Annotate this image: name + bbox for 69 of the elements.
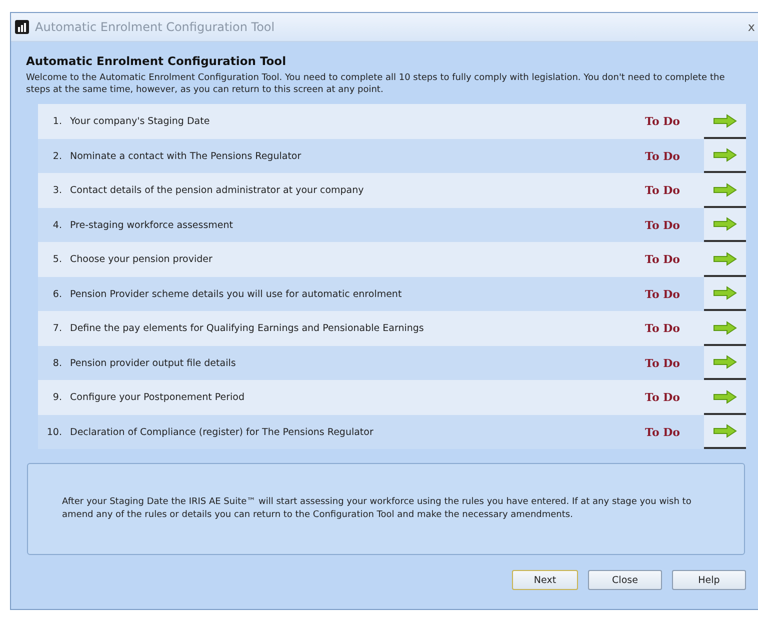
step-number: 5.	[52, 254, 62, 266]
step-label: Pre-staging workforce assessment	[70, 220, 234, 231]
go-button[interactable]	[704, 173, 746, 208]
arrow-icon	[713, 390, 737, 404]
go-button[interactable]	[704, 276, 746, 312]
step-row[interactable]: 2. Nominate a contact with The Pensions Regulator To Do	[38, 138, 704, 174]
go-button[interactable]	[704, 242, 746, 277]
window-close-icon[interactable]: x	[748, 20, 755, 34]
step-row[interactable]: 5. Choose your pension provider To Do	[38, 242, 704, 277]
step-row[interactable]: 3. Contact details of the pension administrator at your company To Do	[38, 173, 704, 208]
info-text: After your Staging Date the IRIS AE Suite™ will start assessing your workforce using the rules you have entered. If at any stage you wish to amend any of the rules or details you can return to the Configuration Tool and make the necessary amendments.	[61, 496, 692, 522]
arrow-icon	[713, 424, 737, 438]
step-number: 4.	[52, 220, 62, 231]
dialog-button[interactable]: Help	[672, 570, 746, 590]
go-button[interactable]	[704, 104, 746, 139]
status-label: To Do	[645, 115, 680, 128]
step-number: 2.	[52, 150, 62, 162]
step-number: 10.	[46, 426, 62, 438]
step-label: Your company's Staging Date	[70, 116, 211, 128]
arrow-icon	[713, 148, 737, 162]
go-button[interactable]	[704, 414, 746, 450]
step-label: Pension provider output file details	[70, 358, 237, 369]
arrow-icon	[713, 252, 737, 266]
arrow-icon	[713, 320, 737, 335]
step-row[interactable]: 1. Your company's Staging Date To Do	[38, 104, 704, 139]
go-button[interactable]	[704, 380, 746, 415]
step-label: Nominate a contact with The Pensions Regulator	[70, 150, 302, 162]
step-label: Pension Provider scheme details you will use for automatic enrolment	[70, 288, 403, 300]
go-button[interactable]	[704, 138, 746, 174]
status-label: To Do	[645, 426, 680, 439]
step-label: Define the pay elements for Qualifying Earnings and Pensionable Earnings	[70, 323, 425, 334]
step-number: 3.	[52, 185, 62, 196]
step-row[interactable]: 7. Define the pay elements for Qualifying Earnings and Pensionable Earnings To Do	[38, 311, 704, 346]
step-label: Contact details of the pension administrator at your company	[70, 185, 365, 196]
arrow-icon	[713, 114, 737, 128]
step-row[interactable]: 10. Declaration of Compliance (register) for The Pensions Regulator To Do	[38, 414, 704, 450]
step-row[interactable]: 4. Pre-staging workforce assessment To Do	[38, 208, 704, 242]
step-number: 7.	[52, 323, 62, 334]
step-number: 1.	[52, 116, 62, 128]
status-label: To Do	[645, 150, 680, 163]
status-label: To Do	[645, 356, 680, 370]
status-label: To Do	[645, 322, 680, 336]
step-number: 9.	[52, 392, 62, 404]
status-label: To Do	[645, 253, 680, 266]
step-row[interactable]: 8. Pension provider output file details To Do	[38, 346, 704, 380]
arrow-icon	[713, 182, 737, 197]
arrow-icon	[713, 286, 737, 300]
dialog-heading: Automatic Enrolment Configuration Tool	[26, 54, 288, 68]
step-number: 8.	[52, 358, 62, 369]
dialog-button[interactable]: Next	[512, 570, 578, 590]
intro-text: Welcome to the Automatic Enrolment Configuration Tool. You need to complete all 10 steps to fully comply with legislation. You don't need to complete the steps at the same time, however, as you can return to this screen at any point.	[26, 72, 726, 96]
window-title: Automatic Enrolment Configuration Tool	[35, 20, 276, 34]
step-row[interactable]: 9. Configure your Postponement Period To Do	[38, 380, 704, 415]
step-label: Choose your pension provider	[70, 254, 214, 266]
step-label: Declaration of Compliance (register) for The Pensions Regulator	[70, 426, 374, 438]
status-label: To Do	[645, 218, 680, 232]
step-number: 6.	[52, 288, 62, 300]
status-label: To Do	[645, 288, 680, 301]
step-row[interactable]: 6. Pension Provider scheme details you will use for automatic enrolment To Do	[38, 276, 704, 312]
go-button[interactable]	[704, 311, 746, 346]
go-button[interactable]	[704, 208, 746, 242]
arrow-icon	[713, 217, 737, 232]
arrow-icon	[713, 355, 737, 370]
status-label: To Do	[645, 184, 680, 198]
app-icon	[15, 20, 29, 34]
status-label: To Do	[645, 391, 680, 404]
step-label: Configure your Postponement Period	[70, 392, 246, 404]
go-button[interactable]	[704, 346, 746, 380]
dialog-button[interactable]: Close	[588, 570, 662, 590]
